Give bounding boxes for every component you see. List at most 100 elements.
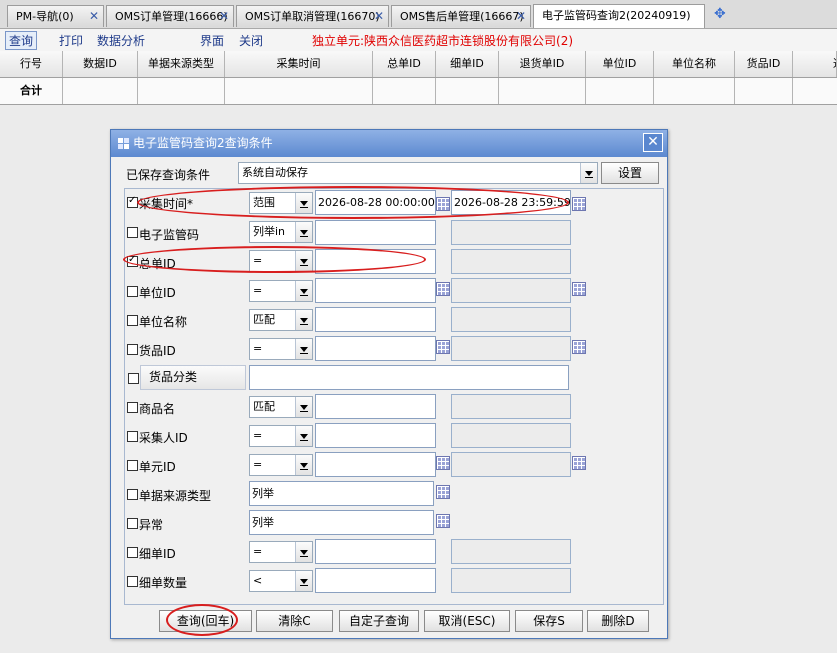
column-header[interactable]: 单据来源类型 bbox=[138, 51, 225, 77]
unit-id-checkbox[interactable] bbox=[127, 286, 138, 297]
operator-select[interactable]: = bbox=[249, 338, 313, 360]
end-time-input[interactable]: 2026-08-28 23:59:59 bbox=[451, 190, 571, 215]
operator-select[interactable]: 匹配 bbox=[249, 309, 313, 331]
ecode-checkbox[interactable] bbox=[127, 227, 138, 238]
calendar-icon[interactable] bbox=[436, 456, 450, 470]
print-menu[interactable]: 打印 bbox=[59, 32, 83, 49]
chevron-down-icon[interactable] bbox=[295, 455, 312, 475]
close-icon[interactable]: ✕ bbox=[219, 6, 229, 27]
order-id-input[interactable] bbox=[315, 249, 436, 274]
column-header[interactable]: 退货单ID bbox=[499, 51, 586, 77]
detail-id-checkbox[interactable] bbox=[127, 547, 138, 558]
cancel-button[interactable]: 取消(ESC) bbox=[424, 610, 510, 632]
operator-select[interactable]: 列举in bbox=[249, 221, 313, 243]
calendar-icon[interactable] bbox=[572, 197, 586, 211]
goods-category-button[interactable]: 货品分类 bbox=[140, 365, 246, 390]
clear-button[interactable]: 清除C bbox=[256, 610, 333, 632]
start-time-input[interactable]: 2026-08-28 00:00:00 bbox=[315, 190, 436, 215]
save-button[interactable]: 保存S bbox=[515, 610, 583, 632]
goods-id-checkbox[interactable] bbox=[127, 344, 138, 355]
detail-qty-checkbox[interactable] bbox=[127, 576, 138, 587]
goods-id-input[interactable] bbox=[315, 336, 436, 361]
query-button[interactable]: 查询(回车) bbox=[159, 610, 252, 632]
column-header[interactable]: 细单ID bbox=[436, 51, 499, 77]
delete-button[interactable]: 删除D bbox=[587, 610, 649, 632]
operator-select[interactable]: 范围 bbox=[249, 192, 313, 214]
column-header[interactable]: 单位名称 bbox=[654, 51, 735, 77]
calendar-icon[interactable] bbox=[572, 456, 586, 470]
saved-conditions-select[interactable]: 系统自动保存 bbox=[238, 162, 598, 184]
column-header[interactable]: 数据ID bbox=[63, 51, 138, 77]
unit-name-checkbox[interactable] bbox=[127, 315, 138, 326]
cell-id-input[interactable] bbox=[315, 452, 436, 477]
operator-select[interactable]: < bbox=[249, 570, 313, 592]
condition-label: 单位名称 bbox=[139, 315, 188, 329]
goods-category-checkbox[interactable] bbox=[128, 373, 139, 384]
calendar-icon[interactable] bbox=[436, 514, 450, 528]
product-name-checkbox[interactable] bbox=[127, 402, 138, 413]
close-menu[interactable]: 关闭 bbox=[239, 32, 263, 49]
calendar-icon[interactable] bbox=[436, 340, 450, 354]
calendar-icon[interactable] bbox=[436, 197, 450, 211]
column-header[interactable]: 单位ID bbox=[586, 51, 654, 77]
close-icon[interactable]: ✕ bbox=[643, 133, 663, 152]
chevron-down-icon[interactable] bbox=[295, 222, 312, 242]
chevron-down-icon[interactable] bbox=[295, 426, 312, 446]
source-type-input[interactable]: 列举 bbox=[249, 481, 434, 506]
setup-button[interactable]: 设置 bbox=[601, 162, 659, 184]
cell-id-checkbox[interactable] bbox=[127, 460, 138, 471]
chevron-down-icon[interactable] bbox=[295, 339, 312, 359]
collect-time-checkbox[interactable] bbox=[127, 195, 138, 208]
operator-select[interactable]: = bbox=[249, 425, 313, 447]
tab-ecode-query[interactable]: 电子监管码查询2(20240919) bbox=[533, 4, 705, 28]
calendar-icon[interactable] bbox=[436, 485, 450, 499]
chevron-down-icon[interactable] bbox=[580, 163, 597, 183]
operator-select[interactable]: = bbox=[249, 541, 313, 563]
query-menu[interactable]: 查询 bbox=[5, 31, 38, 50]
calendar-icon[interactable] bbox=[572, 340, 586, 354]
order-id-checkbox[interactable] bbox=[127, 254, 138, 267]
collector-id-input[interactable] bbox=[315, 423, 436, 448]
column-header[interactable]: 行号 bbox=[0, 51, 63, 77]
tab-oms-aftersale[interactable]: OMS售后单管理(16667) ✕ bbox=[391, 5, 531, 27]
operator-select[interactable]: 匹配 bbox=[249, 396, 313, 418]
unit-name-input[interactable] bbox=[315, 307, 436, 332]
column-header[interactable]: 通 bbox=[793, 51, 837, 77]
chevron-down-icon[interactable] bbox=[295, 251, 312, 271]
exception-checkbox[interactable] bbox=[127, 518, 138, 529]
tab-oms-cancel[interactable]: OMS订单取消管理(16670) ✕ bbox=[236, 5, 389, 27]
column-header[interactable]: 货品ID bbox=[735, 51, 793, 77]
product-name-input[interactable] bbox=[315, 394, 436, 419]
chevron-down-icon[interactable] bbox=[295, 542, 312, 562]
unit-id-input[interactable] bbox=[315, 278, 436, 303]
analysis-menu[interactable]: 数据分析 bbox=[97, 32, 145, 49]
calendar-icon[interactable] bbox=[572, 282, 586, 296]
interface-menu[interactable]: 界面 bbox=[200, 32, 224, 49]
add-tab-icon[interactable]: ✥ bbox=[714, 6, 726, 22]
goods-category-input[interactable] bbox=[249, 365, 569, 390]
column-header[interactable]: 采集时间 bbox=[225, 51, 373, 77]
calendar-icon[interactable] bbox=[436, 282, 450, 296]
operator-select[interactable]: = bbox=[249, 250, 313, 272]
column-header[interactable]: 总单ID bbox=[373, 51, 436, 77]
source-type-checkbox[interactable] bbox=[127, 489, 138, 500]
detail-qty-input[interactable] bbox=[315, 568, 436, 593]
chevron-down-icon[interactable] bbox=[295, 571, 312, 591]
tab-pm-nav[interactable]: PM-导航(0) ✕ bbox=[7, 5, 104, 27]
dialog-titlebar[interactable]: 电子监管码查询2查询条件 ✕ bbox=[111, 130, 667, 157]
close-icon[interactable]: ✕ bbox=[516, 6, 526, 27]
detail-id-input[interactable] bbox=[315, 539, 436, 564]
close-icon[interactable]: ✕ bbox=[89, 6, 99, 27]
chevron-down-icon[interactable] bbox=[295, 310, 312, 330]
chevron-down-icon[interactable] bbox=[295, 397, 312, 417]
close-icon[interactable]: ✕ bbox=[374, 6, 384, 27]
collector-id-checkbox[interactable] bbox=[127, 431, 138, 442]
ecode-input[interactable] bbox=[315, 220, 436, 245]
chevron-down-icon[interactable] bbox=[295, 193, 312, 213]
chevron-down-icon[interactable] bbox=[295, 281, 312, 301]
exception-input[interactable]: 列举 bbox=[249, 510, 434, 535]
subquery-button[interactable]: 自定子查询 bbox=[339, 610, 419, 632]
operator-select[interactable]: = bbox=[249, 280, 313, 302]
tab-oms-order[interactable]: OMS订单管理(16666) ✕ bbox=[106, 5, 234, 27]
operator-select[interactable]: = bbox=[249, 454, 313, 476]
